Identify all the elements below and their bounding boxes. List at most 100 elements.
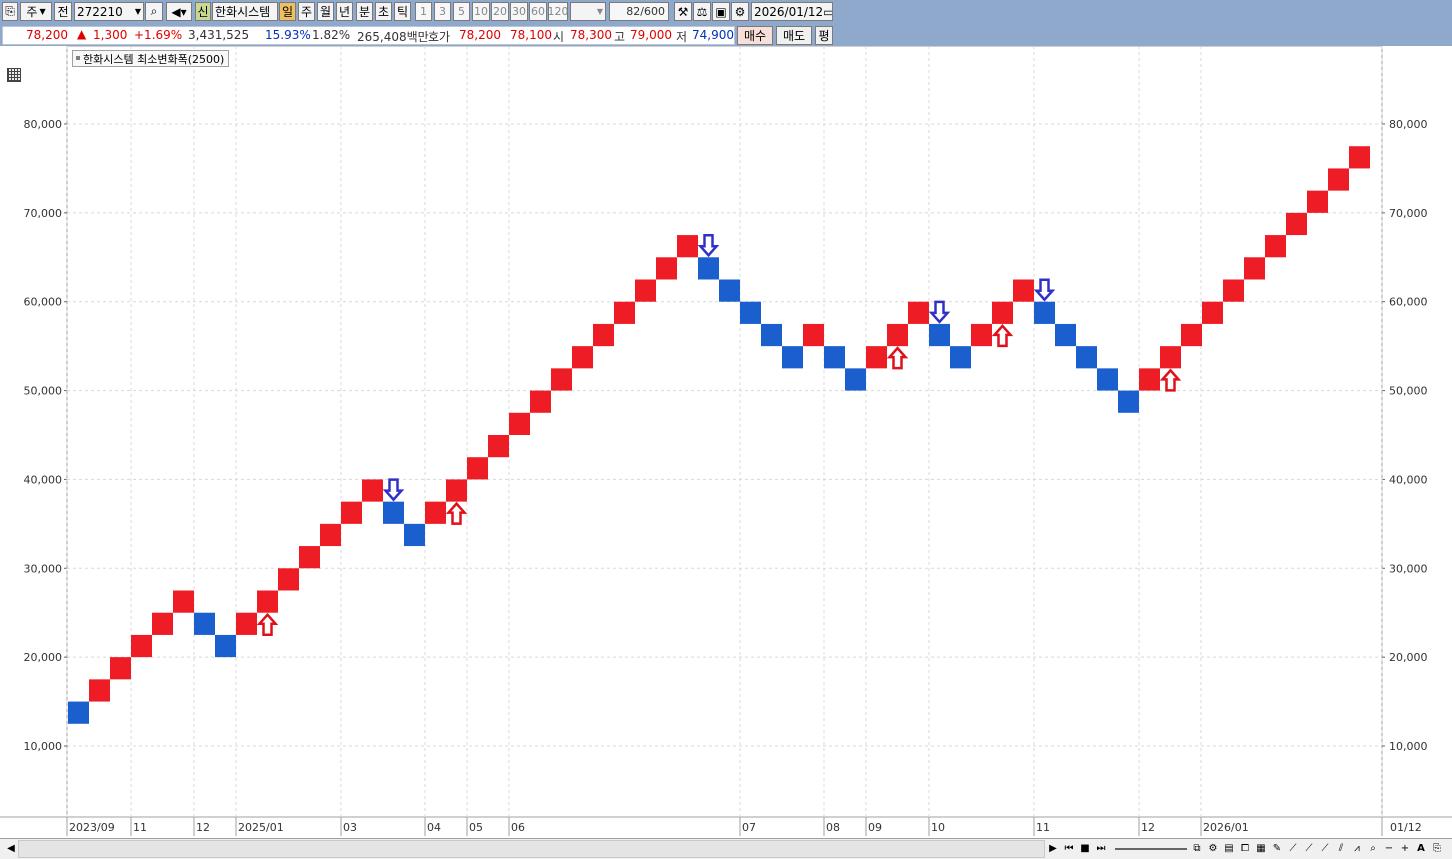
period-type-select[interactable]: 주 ▼	[20, 2, 52, 21]
tool-icon[interactable]: ⚒	[674, 2, 692, 21]
y-tick-label-right: 50,000	[1389, 385, 1428, 398]
fib-icon[interactable]: ⩘	[1350, 841, 1364, 855]
brick-up	[1265, 235, 1286, 258]
search-icon[interactable]: ⌕	[145, 2, 163, 21]
link-icon[interactable]: ⎘	[1430, 841, 1444, 855]
period-year-button[interactable]: 년	[336, 2, 353, 21]
interval-button[interactable]: 60	[529, 2, 547, 21]
ray-icon[interactable]: ⟋	[1318, 841, 1332, 855]
scroll-track[interactable]	[18, 840, 1045, 858]
brick-up	[341, 501, 362, 524]
all-button[interactable]: 전	[54, 2, 72, 21]
chevron-down-icon: ▼	[39, 7, 46, 16]
brick-up	[299, 546, 320, 569]
brick-up	[509, 412, 530, 435]
brick-up	[635, 279, 656, 302]
volume: 3,431,525	[188, 28, 250, 42]
trade-amount: 265,408백만	[357, 30, 429, 44]
line-icon[interactable]: ⟋	[1286, 841, 1300, 855]
zoom-in-icon[interactable]: +	[1398, 841, 1412, 855]
y-tick-label-left: 20,000	[24, 651, 63, 664]
brick-down	[1076, 346, 1097, 369]
save-icon[interactable]: ▣	[712, 2, 730, 21]
buy-button[interactable]: 매수	[737, 26, 773, 45]
current-price: 78,200	[26, 28, 68, 42]
window-icon[interactable]: ⧉	[1190, 841, 1204, 855]
magnifier-icon[interactable]: ⌕	[1366, 841, 1380, 855]
scroll-left-icon[interactable]: ◀	[4, 841, 18, 855]
y-tick-label-right: 20,000	[1389, 651, 1428, 664]
layout-icon[interactable]: ▤	[1222, 841, 1236, 855]
chevron-down-icon: ▼	[134, 7, 141, 16]
gear-icon[interactable]: ⚙	[731, 2, 749, 21]
y-tick-label-left: 30,000	[24, 562, 63, 575]
copy-icon[interactable]: ⧠	[1238, 841, 1252, 855]
period-month-button[interactable]: 월	[317, 2, 334, 21]
stock-code-input[interactable]: 272210 ▼	[74, 2, 144, 21]
hoga-label: 호가	[428, 30, 451, 44]
brick-up	[593, 323, 614, 347]
interval-button[interactable]: 1	[415, 2, 432, 21]
y-tick-label-right: 70,000	[1389, 207, 1428, 220]
x-tick-label: 12	[1141, 821, 1155, 834]
ask-price: 78,200	[459, 28, 501, 42]
percent-2: 1.82%	[312, 28, 351, 42]
x-tick-label: 11	[133, 821, 147, 834]
brick-down	[68, 701, 89, 724]
y-tick-label-left: 60,000	[24, 296, 63, 309]
brick-up	[173, 590, 194, 613]
period-week-button[interactable]: 주	[298, 2, 315, 21]
scale-icon[interactable]: ⚖	[693, 2, 711, 21]
interval-button[interactable]: 3	[434, 2, 451, 21]
brick-down	[761, 323, 782, 347]
brick-up	[1307, 190, 1328, 213]
stock-code-value: 272210	[77, 4, 123, 19]
x-tick-label: 03	[343, 821, 357, 834]
price-change: 1,300	[93, 28, 128, 42]
x-tick-label: 07	[742, 821, 756, 834]
zoom-out-icon[interactable]: −	[1382, 841, 1396, 855]
interval-button[interactable]: 120	[548, 2, 568, 21]
channel-icon[interactable]: ⫽	[1334, 841, 1348, 855]
brick-up	[1328, 168, 1349, 191]
brick-down	[698, 257, 719, 280]
low-price: 74,900	[692, 28, 734, 42]
grid-icon[interactable]: ▦	[1254, 841, 1268, 855]
link-icon[interactable]: ⎘	[2, 2, 18, 21]
gear-icon[interactable]: ⚙	[1206, 841, 1220, 855]
text-icon[interactable]: A	[1414, 841, 1428, 855]
brick-up	[236, 612, 257, 635]
last-icon[interactable]: ⏭	[1094, 841, 1108, 855]
stop-icon[interactable]: ■	[1078, 841, 1092, 855]
horizontal-scrollbar[interactable]: ◀ ▶ ⏮ ■ ⏭ ⧉ ⚙ ▤ ⧠ ▦ ✎ ⟋ ⟋ ⟋ ⫽ ⩘ ⌕ − + A …	[0, 838, 1452, 859]
period-day-button[interactable]: 일	[279, 2, 296, 21]
brick-down	[215, 634, 236, 658]
table-icon[interactable]	[7, 68, 21, 82]
trend-icon[interactable]: ⟋	[1302, 841, 1316, 855]
x-tick-label: 05	[469, 821, 483, 834]
scroll-right-icon[interactable]: ▶	[1046, 841, 1060, 855]
brick-up	[992, 301, 1013, 324]
main-toolbar: ⎘ 주 ▼ 전 272210 ▼ ⌕ ◀▾ 신 한화시스템 일 주 월 년 분 초 …	[0, 0, 1452, 24]
sell-button[interactable]: 매도	[776, 26, 812, 45]
speaker-icon[interactable]: ◀▾	[166, 2, 192, 21]
draw-icon[interactable]: ✎	[1270, 841, 1284, 855]
first-icon[interactable]: ⏮	[1062, 841, 1076, 855]
chart-area[interactable]: 10,000 10,000 20,000 20,000 30,000 30,000 40,0…	[0, 45, 1452, 838]
interval-button[interactable]: 20	[491, 2, 509, 21]
period-minute-button[interactable]: 분	[356, 2, 373, 21]
x-tick-label: 12	[196, 821, 210, 834]
period-tick-button[interactable]: 틱	[394, 2, 411, 21]
zoom-slider[interactable]	[1115, 848, 1187, 850]
x-tick-label: 10	[931, 821, 945, 834]
interval-button[interactable]: 10	[472, 2, 490, 21]
period-second-button[interactable]: 초	[375, 2, 392, 21]
count-field[interactable]: 82/600	[609, 2, 669, 21]
brick-up	[446, 479, 467, 502]
date-field[interactable]: 2026/01/12▭	[751, 2, 833, 21]
brick-down	[719, 279, 740, 302]
eval-button[interactable]: 평	[815, 26, 833, 45]
interval-button[interactable]: 30	[510, 2, 528, 21]
interval-button[interactable]: 5	[453, 2, 470, 21]
interval-custom-select[interactable]: ▼	[570, 2, 606, 21]
